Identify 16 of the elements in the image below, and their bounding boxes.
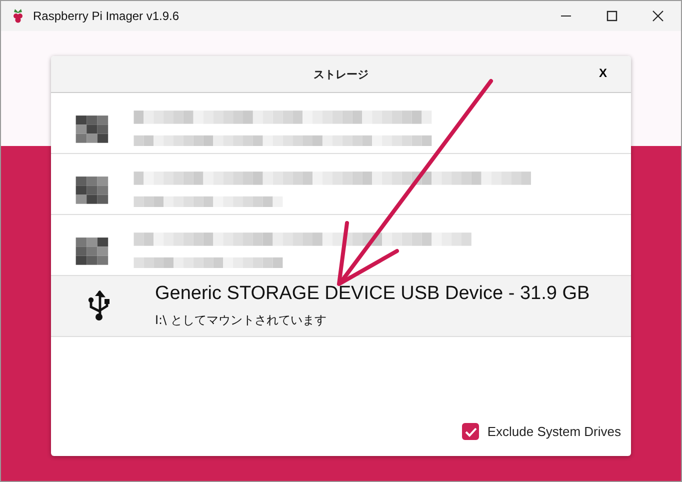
maximize-icon[interactable] xyxy=(606,10,618,22)
close-button[interactable]: X xyxy=(594,64,611,82)
checkmark-icon xyxy=(464,426,477,436)
mount-info: I:\ としてマウントされています xyxy=(155,312,328,329)
checkbox[interactable] xyxy=(462,423,480,440)
raspberry-icon xyxy=(11,8,25,24)
exclude-system-drives-checkbox[interactable]: Exclude System Drives xyxy=(460,421,623,442)
drive-name: Generic STORAGE DEVICE USB Device - 31.9 GB xyxy=(155,283,590,305)
usb-icon xyxy=(88,290,110,322)
drive-item[interactable] xyxy=(51,93,631,154)
dialog-title: ストレージ xyxy=(314,66,368,82)
drive-item[interactable]: Generic STORAGE DEVICE USB Device - 31.9 GB I:\ としてマウントされています xyxy=(51,276,631,337)
drive-item[interactable] xyxy=(51,215,631,276)
close-icon[interactable] xyxy=(652,10,664,22)
drive-item[interactable] xyxy=(51,154,631,215)
window-title: Raspberry Pi Imager v1.9.6 xyxy=(33,9,180,23)
